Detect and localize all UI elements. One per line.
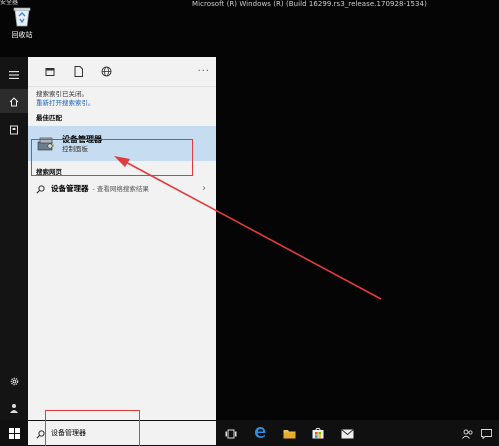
chevron-right-icon[interactable]: ›	[202, 183, 206, 194]
search-input-highlight-box	[45, 410, 140, 446]
search-icon	[36, 179, 45, 198]
store-button[interactable]	[305, 420, 331, 446]
user-feedback-icon	[9, 398, 19, 417]
hamburger-menu-icon	[9, 64, 19, 83]
windows-build-watermark: Microsoft (R) Windows (R) (Build 16299.r…	[192, 0, 427, 8]
web-search-term: 设备管理器	[51, 183, 89, 193]
index-notice: 搜索索引已关闭。 重新打开搜索索引。	[28, 87, 216, 108]
notification-icon	[481, 424, 492, 443]
apps-filter-icon	[45, 62, 55, 81]
start-button[interactable]	[0, 420, 28, 446]
store-icon	[312, 424, 324, 443]
notebook-icon	[9, 120, 19, 139]
more-options-button[interactable]: ···	[197, 66, 210, 77]
notification-button[interactable]	[481, 420, 492, 446]
home-icon	[9, 92, 19, 111]
mail-button[interactable]	[334, 420, 360, 446]
edge-icon	[254, 424, 267, 443]
recycle-bin-label: 回收站	[11, 31, 33, 39]
reenable-index-link[interactable]: 重新打开搜索索引。	[36, 99, 208, 108]
task-view-button[interactable]	[218, 420, 244, 446]
settings-button[interactable]	[0, 369, 28, 393]
file-explorer-icon	[283, 424, 296, 443]
web-search-result[interactable]: 设备管理器 - 查看网络搜索结果 ›	[28, 178, 216, 198]
documents-filter-icon	[74, 62, 83, 81]
windows-logo-icon	[8, 424, 20, 443]
file-explorer-button[interactable]	[276, 420, 302, 446]
web-filter-button[interactable]	[92, 61, 120, 83]
web-filter-icon	[101, 62, 112, 81]
notebook-button[interactable]	[0, 117, 28, 141]
recycle-bin-icon	[6, 4, 38, 28]
search-icon	[36, 424, 45, 443]
apps-filter-button[interactable]	[36, 61, 64, 83]
people-button[interactable]	[462, 420, 474, 446]
web-search-hint: - 查看网络搜索结果	[92, 185, 149, 193]
task-view-icon	[225, 424, 237, 443]
feedback-button[interactable]	[0, 395, 28, 419]
best-match-highlight-box	[31, 139, 193, 176]
recycle-bin-shortcut[interactable]: 回收站	[6, 4, 38, 40]
best-match-heading: 最佳匹配	[36, 114, 62, 122]
search-results-panel: ··· 搜索索引已关闭。 重新打开搜索索引。 最佳匹配 设备管理器 控制面板 搜…	[28, 57, 216, 420]
people-icon	[462, 424, 474, 443]
hamburger-menu-button[interactable]	[0, 61, 28, 85]
home-button[interactable]	[0, 89, 28, 113]
index-off-text: 搜索索引已关闭。	[36, 90, 88, 98]
documents-filter-button[interactable]	[64, 61, 92, 83]
start-menu-rail	[0, 57, 28, 420]
settings-gear-icon	[9, 372, 20, 391]
filter-toolbar: ···	[28, 57, 216, 87]
mail-icon	[340, 424, 354, 443]
edge-button[interactable]	[247, 420, 273, 446]
